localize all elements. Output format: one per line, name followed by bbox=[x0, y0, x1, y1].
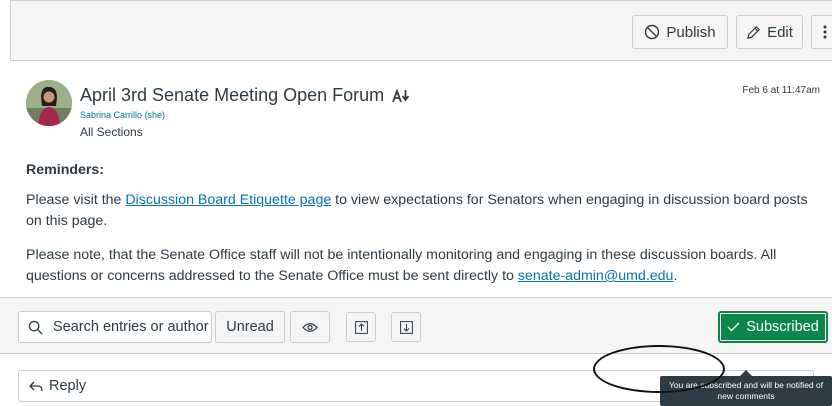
subscribed-label: Subscribed bbox=[746, 319, 819, 335]
collapse-down-icon bbox=[399, 320, 413, 334]
subscribed-tooltip: You are subscribed and will be notified … bbox=[660, 370, 832, 406]
search-input[interactable] bbox=[51, 318, 211, 336]
publish-button[interactable]: Publish bbox=[632, 15, 728, 49]
post-date: Feb 6 at 11:47am bbox=[742, 85, 820, 96]
para2-after: . bbox=[673, 268, 678, 284]
eye-icon bbox=[302, 322, 318, 332]
unread-label: Unread bbox=[226, 319, 274, 335]
publish-label: Publish bbox=[666, 23, 716, 41]
unread-filter-button[interactable]: Unread bbox=[215, 311, 285, 343]
more-options-button[interactable] bbox=[811, 15, 832, 49]
view-button[interactable] bbox=[290, 311, 330, 343]
collapse-threads-button[interactable] bbox=[391, 312, 421, 342]
edit-button[interactable]: Edit bbox=[736, 15, 803, 49]
discussion-title: April 3rd Senate Meeting Open Forum bbox=[80, 85, 410, 106]
reply-arrow-icon bbox=[29, 381, 43, 391]
sort-icon[interactable] bbox=[392, 88, 410, 103]
edit-label: Edit bbox=[767, 23, 793, 41]
search-icon bbox=[28, 320, 43, 335]
checkmark-icon bbox=[727, 322, 740, 332]
discussion-title-text: April 3rd Senate Meeting Open Forum bbox=[80, 85, 385, 105]
pencil-icon bbox=[747, 25, 761, 39]
etiquette-page-link[interactable]: Discussion Board Etiquette page bbox=[125, 192, 331, 208]
author-avatar[interactable] bbox=[26, 80, 72, 126]
no-entry-icon bbox=[645, 24, 660, 40]
kebab-icon bbox=[823, 25, 827, 39]
author-name[interactable]: Sabrina Carrillo (she) bbox=[80, 110, 165, 120]
senate-email-link[interactable]: senate-admin@umd.edu bbox=[518, 268, 674, 284]
discussion-toolbar: Unread Subscribed bbox=[0, 297, 832, 354]
expand-threads-button[interactable] bbox=[346, 312, 376, 342]
reminders-heading: Reminders: bbox=[26, 162, 105, 178]
reply-label: Reply bbox=[49, 378, 87, 394]
expand-up-icon bbox=[354, 320, 368, 334]
discussion-header-bar: Publish Edit bbox=[10, 0, 832, 61]
para1-before: Please visit the bbox=[26, 192, 126, 208]
search-box[interactable] bbox=[18, 311, 212, 343]
subscribed-button[interactable]: Subscribed bbox=[718, 311, 828, 343]
reminder-paragraph-1: Please visit the Discussion Board Etique… bbox=[26, 190, 826, 232]
sections-label: All Sections bbox=[80, 125, 143, 139]
reminder-paragraph-2: Please note, that the Senate Office staf… bbox=[26, 245, 826, 287]
